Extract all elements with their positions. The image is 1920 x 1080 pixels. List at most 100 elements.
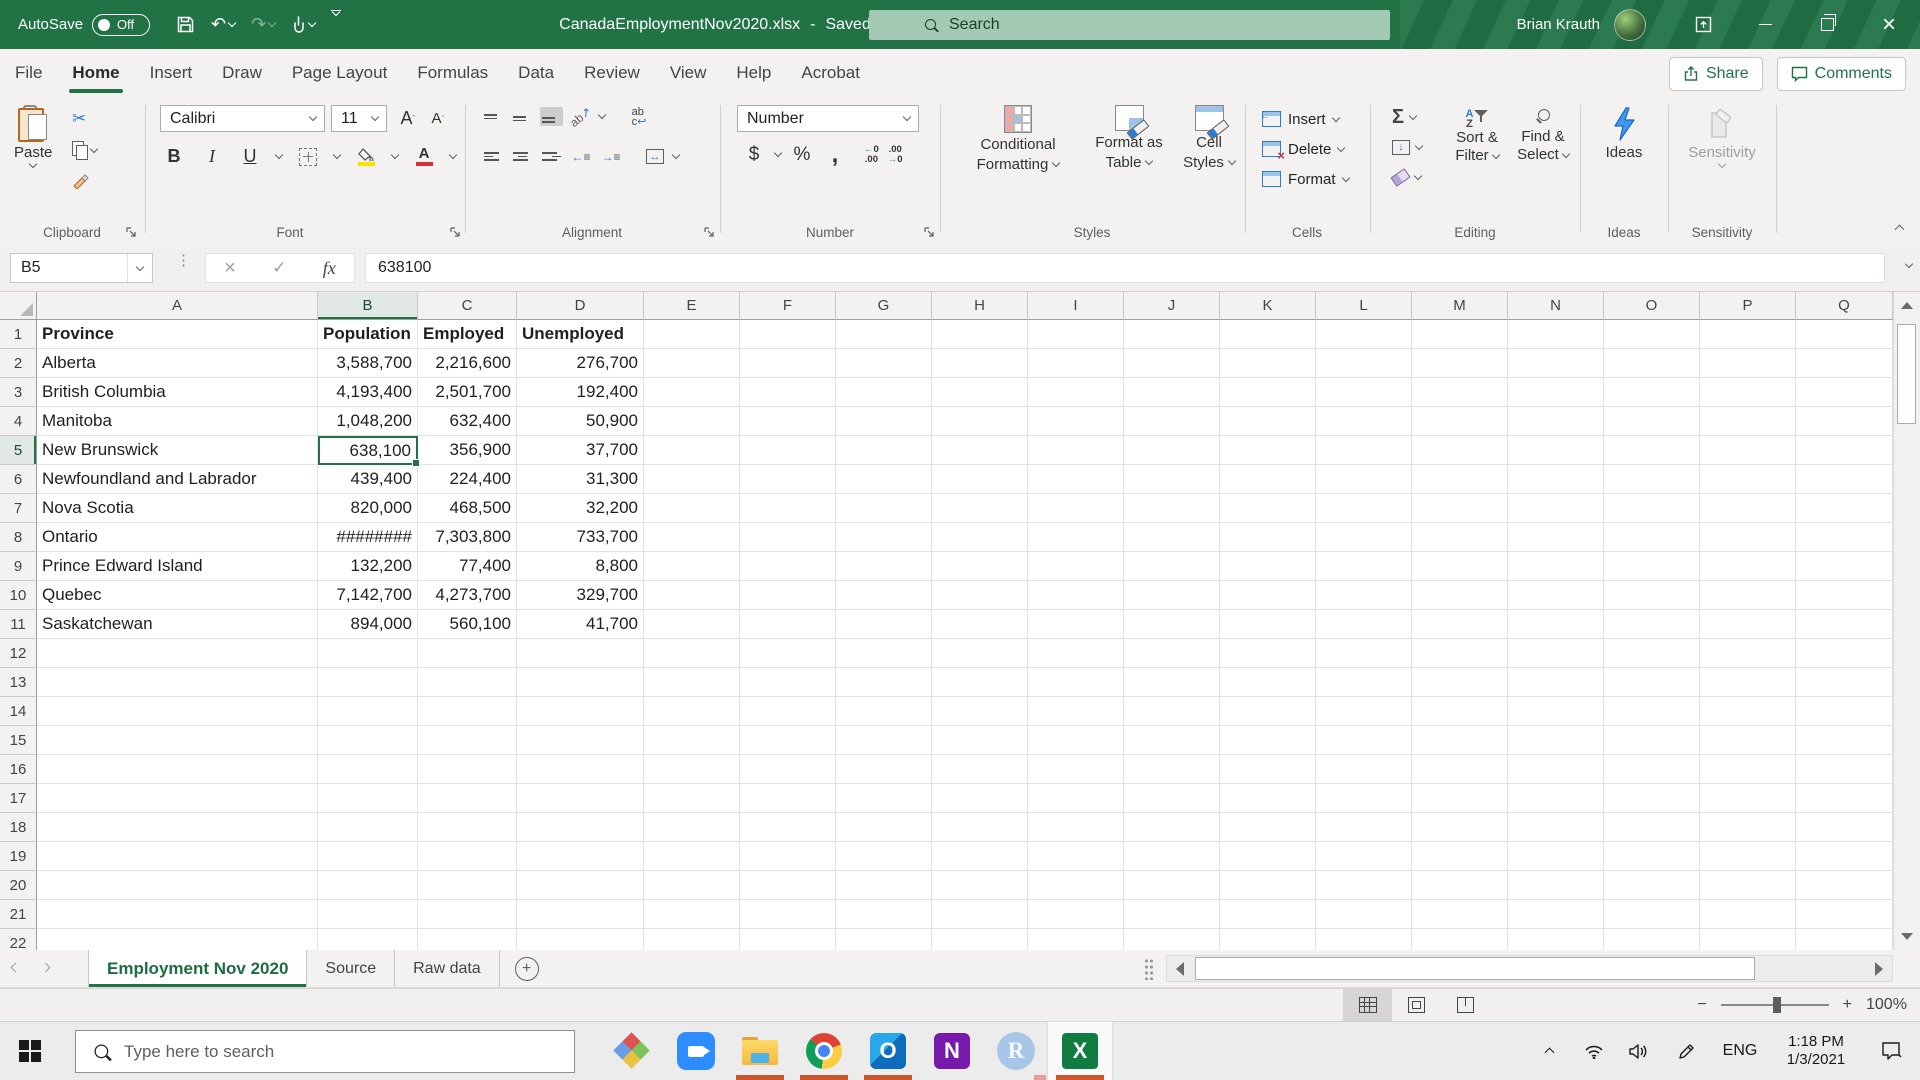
cell-P12[interactable]	[1700, 639, 1796, 668]
chevron-down-icon[interactable]	[275, 151, 283, 159]
share-button[interactable]: Share	[1669, 57, 1763, 91]
cell-L14[interactable]	[1316, 697, 1412, 726]
cell-M14[interactable]	[1412, 697, 1508, 726]
col-header-E[interactable]: E	[644, 292, 740, 320]
chevron-down-icon[interactable]	[598, 111, 606, 119]
ribbon-tab-review[interactable]: Review	[569, 49, 655, 97]
cell-Q3[interactable]	[1796, 378, 1893, 407]
cell-Q22[interactable]	[1796, 929, 1893, 950]
cell-C16[interactable]	[418, 755, 517, 784]
cell-E7[interactable]	[644, 494, 740, 523]
cell-M20[interactable]	[1412, 871, 1508, 900]
cell-O22[interactable]	[1604, 929, 1700, 950]
cell-P1[interactable]	[1700, 320, 1796, 349]
cell-L4[interactable]	[1316, 407, 1412, 436]
cell-E10[interactable]	[644, 581, 740, 610]
cell-J13[interactable]	[1124, 668, 1220, 697]
cell-P9[interactable]	[1700, 552, 1796, 581]
cell-L18[interactable]	[1316, 813, 1412, 842]
cell-M22[interactable]	[1412, 929, 1508, 950]
cell-K3[interactable]	[1220, 378, 1316, 407]
cell-E8[interactable]	[644, 523, 740, 552]
cell-P10[interactable]	[1700, 581, 1796, 610]
merge-center-button[interactable]: ↔	[643, 143, 667, 170]
cell-E22[interactable]	[644, 929, 740, 950]
cell-N19[interactable]	[1508, 842, 1604, 871]
cell-A1[interactable]: Province	[37, 320, 318, 349]
cell-Q19[interactable]	[1796, 842, 1893, 871]
cell-F4[interactable]	[740, 407, 836, 436]
col-header-M[interactable]: M	[1412, 292, 1508, 320]
page-layout-view-button[interactable]	[1392, 989, 1441, 1021]
percent-style-button[interactable]: %	[790, 141, 814, 168]
user-name[interactable]: Brian Krauth	[1517, 16, 1600, 33]
cell-H20[interactable]	[932, 871, 1028, 900]
title-search-box[interactable]: Search	[869, 10, 1390, 40]
cell-C4[interactable]: 632,400	[418, 407, 517, 436]
cell-M11[interactable]	[1412, 610, 1508, 639]
cell-H5[interactable]	[932, 436, 1028, 465]
cell-B19[interactable]	[318, 842, 418, 871]
cell-A19[interactable]	[37, 842, 318, 871]
ribbon-tab-help[interactable]: Help	[721, 49, 786, 97]
align-center-button[interactable]	[511, 147, 534, 166]
cell-D10[interactable]: 329,700	[517, 581, 644, 610]
cell-O12[interactable]	[1604, 639, 1700, 668]
cell-P18[interactable]	[1700, 813, 1796, 842]
cell-Q14[interactable]	[1796, 697, 1893, 726]
align-middle-button[interactable]	[511, 107, 534, 126]
cell-E17[interactable]	[644, 784, 740, 813]
cell-L12[interactable]	[1316, 639, 1412, 668]
cell-K4[interactable]	[1220, 407, 1316, 436]
cell-H19[interactable]	[932, 842, 1028, 871]
minimize-button[interactable]	[1734, 0, 1796, 49]
cell-M12[interactable]	[1412, 639, 1508, 668]
cell-G3[interactable]	[836, 378, 932, 407]
cell-C7[interactable]: 468,500	[418, 494, 517, 523]
cell-I14[interactable]	[1028, 697, 1124, 726]
select-all-corner[interactable]	[0, 292, 37, 320]
cell-H21[interactable]	[932, 900, 1028, 929]
cell-F1[interactable]	[740, 320, 836, 349]
cell-O21[interactable]	[1604, 900, 1700, 929]
cell-D17[interactable]	[517, 784, 644, 813]
cell-C20[interactable]	[418, 871, 517, 900]
cell-B21[interactable]	[318, 900, 418, 929]
cell-G9[interactable]	[836, 552, 932, 581]
cell-J18[interactable]	[1124, 813, 1220, 842]
cell-J2[interactable]	[1124, 349, 1220, 378]
cell-N7[interactable]	[1508, 494, 1604, 523]
cell-O16[interactable]	[1604, 755, 1700, 784]
cell-E13[interactable]	[644, 668, 740, 697]
cell-N5[interactable]	[1508, 436, 1604, 465]
copy-button[interactable]	[72, 138, 97, 162]
col-header-J[interactable]: J	[1124, 292, 1220, 320]
chevron-down-icon[interactable]	[774, 149, 782, 157]
cell-H14[interactable]	[932, 697, 1028, 726]
row-header-21[interactable]: 21	[0, 900, 37, 929]
cell-E2[interactable]	[644, 349, 740, 378]
cell-A13[interactable]	[37, 668, 318, 697]
cell-P7[interactable]	[1700, 494, 1796, 523]
ribbon-tab-acrobat[interactable]: Acrobat	[786, 49, 875, 97]
cell-B4[interactable]: 1,048,200	[318, 407, 418, 436]
cell-N9[interactable]	[1508, 552, 1604, 581]
cell-Q11[interactable]	[1796, 610, 1893, 639]
cell-F9[interactable]	[740, 552, 836, 581]
cell-M4[interactable]	[1412, 407, 1508, 436]
autosave-toggle[interactable]: Off	[92, 14, 150, 36]
cell-G12[interactable]	[836, 639, 932, 668]
cell-G18[interactable]	[836, 813, 932, 842]
cell-N11[interactable]	[1508, 610, 1604, 639]
cell-C2[interactable]: 2,216,600	[418, 349, 517, 378]
cell-M19[interactable]	[1412, 842, 1508, 871]
cell-I4[interactable]	[1028, 407, 1124, 436]
cell-D3[interactable]: 192,400	[517, 378, 644, 407]
ribbon-tab-draw[interactable]: Draw	[207, 49, 277, 97]
cell-G7[interactable]	[836, 494, 932, 523]
cell-F20[interactable]	[740, 871, 836, 900]
cell-M8[interactable]	[1412, 523, 1508, 552]
cell-B15[interactable]	[318, 726, 418, 755]
hidden-icons-button[interactable]	[1526, 1022, 1572, 1080]
cell-G2[interactable]	[836, 349, 932, 378]
